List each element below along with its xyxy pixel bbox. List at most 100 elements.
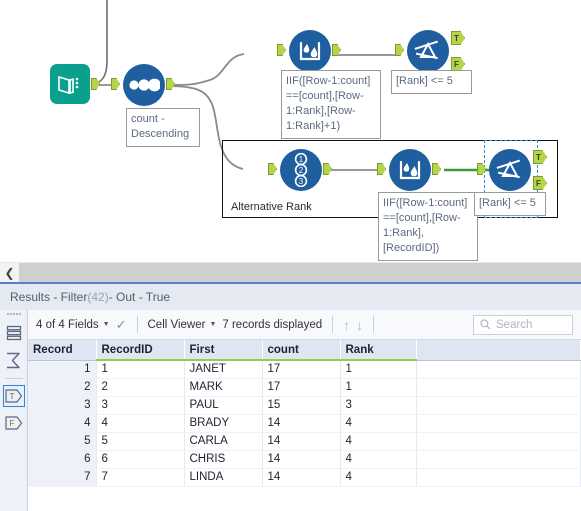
multi-row-formula-tool-2[interactable]: [377, 149, 441, 191]
input-port[interactable]: [277, 44, 286, 56]
results-grid-scroll[interactable]: Record RecordID First count Rank 1 1 JANET…: [28, 340, 581, 511]
table-cell[interactable]: PAUL: [184, 396, 263, 415]
filter-tool-2-selected[interactable]: T F: [477, 149, 547, 191]
output-port[interactable]: [166, 78, 175, 90]
cell-record-number[interactable]: 1: [28, 360, 97, 379]
table-cell[interactable]: 1: [340, 360, 417, 379]
table-row[interactable]: 7 7 LINDA 14 4: [28, 468, 581, 487]
table-cell[interactable]: 6: [96, 450, 185, 469]
chevron-down-icon[interactable]: ▼: [209, 321, 216, 328]
column-header-rank[interactable]: Rank: [340, 340, 417, 361]
search-box[interactable]: Search: [473, 314, 573, 335]
cell-record-number[interactable]: 2: [28, 378, 97, 397]
workflow-canvas[interactable]: count - Descending IIF([Row-1:count] ==[…: [0, 0, 581, 262]
column-header-record[interactable]: Record: [28, 340, 97, 361]
input-port[interactable]: [111, 78, 120, 90]
table-header-row: Record RecordID First count Rank: [28, 340, 581, 361]
results-panel: Results - Filter (42) - Out - True T F 4…: [0, 282, 581, 511]
chevron-left-icon[interactable]: ❮: [0, 263, 20, 283]
table-cell[interactable]: 14: [262, 468, 341, 487]
table-cell[interactable]: 5: [96, 432, 185, 451]
table-cell[interactable]: CARLA: [184, 432, 263, 451]
table-cell[interactable]: 4: [340, 414, 417, 433]
cell-viewer-selector[interactable]: Cell Viewer ▼: [148, 319, 217, 331]
results-sidebar: T F: [0, 310, 28, 511]
table-cell[interactable]: JANET: [184, 360, 263, 379]
table-cell[interactable]: 1: [340, 378, 417, 397]
sort-tool[interactable]: [111, 64, 175, 106]
true-output-port[interactable]: T: [451, 31, 465, 45]
results-toolbar: 4 of 4 Fields ▼ ✓ Cell Viewer ▼ 7 record…: [28, 310, 581, 340]
table-row[interactable]: 6 6 CHRIS 14 4: [28, 450, 581, 469]
table-row[interactable]: 2 2 MARK 17 1: [28, 378, 581, 397]
table-cell[interactable]: 4: [340, 468, 417, 487]
record-id-icon: 1 2 3: [280, 149, 322, 191]
column-header-first[interactable]: First: [184, 340, 263, 361]
svg-text:1: 1: [299, 155, 304, 164]
table-cell[interactable]: 3: [96, 396, 185, 415]
toolbar-divider: [136, 316, 138, 333]
input-data-tool[interactable]: [50, 64, 100, 104]
table-cell[interactable]: 17: [262, 378, 341, 397]
cell-record-number[interactable]: 6: [28, 450, 97, 469]
cell-record-number[interactable]: 3: [28, 396, 97, 415]
table-cell[interactable]: CHRIS: [184, 450, 263, 469]
table-cell-filler: [416, 396, 581, 415]
table-cell-filler: [416, 432, 581, 451]
drag-grip-icon[interactable]: [6, 313, 21, 318]
table-cell[interactable]: 4: [340, 432, 417, 451]
toolbar-divider: [373, 316, 375, 333]
chevron-down-icon[interactable]: ▼: [103, 321, 110, 328]
false-output-port[interactable]: F: [451, 57, 465, 71]
svg-text:3: 3: [299, 177, 304, 186]
sidebar-divider: [4, 378, 23, 379]
table-cell[interactable]: LINDA: [184, 468, 263, 487]
table-row[interactable]: 4 4 BRADY 14 4: [28, 414, 581, 433]
table-cell[interactable]: 4: [340, 450, 417, 469]
output-port[interactable]: [91, 78, 100, 90]
table-row[interactable]: 3 3 PAUL 15 3: [28, 396, 581, 415]
filter-icon: [489, 149, 531, 191]
table-row[interactable]: 5 5 CARLA 14 4: [28, 432, 581, 451]
record-id-tool[interactable]: 1 2 3: [268, 149, 332, 191]
output-true-icon[interactable]: T: [2, 385, 25, 407]
arrow-up-icon[interactable]: ↑: [343, 317, 350, 333]
filter-1-annotation: [Rank] <= 5: [391, 70, 472, 94]
table-cell[interactable]: 4: [96, 414, 185, 433]
table-cell[interactable]: BRADY: [184, 414, 263, 433]
column-header-recordid[interactable]: RecordID: [96, 340, 185, 361]
metadata-sigma-icon[interactable]: [3, 349, 25, 371]
input-port[interactable]: [395, 44, 404, 56]
results-table: Record RecordID First count Rank 1 1 JANET…: [28, 340, 581, 487]
table-cell[interactable]: 2: [96, 378, 185, 397]
table-cell[interactable]: 14: [262, 414, 341, 433]
table-cell[interactable]: 17: [262, 360, 341, 379]
multi-row-formula-tool-1[interactable]: [277, 30, 341, 72]
cell-record-number[interactable]: 4: [28, 414, 97, 433]
table-cell[interactable]: 14: [262, 432, 341, 451]
table-cell-filler: [416, 468, 581, 487]
checkmark-icon[interactable]: ✓: [116, 317, 127, 333]
table-cell[interactable]: MARK: [184, 378, 263, 397]
panel-splitter[interactable]: ❮: [0, 262, 581, 283]
output-false-icon[interactable]: F: [3, 412, 25, 434]
arrow-down-icon[interactable]: ↓: [356, 317, 363, 333]
cell-record-number[interactable]: 5: [28, 432, 97, 451]
results-grid-area: 4 of 4 Fields ▼ ✓ Cell Viewer ▼ 7 record…: [28, 310, 581, 511]
fields-selector[interactable]: 4 of 4 Fields ▼: [36, 319, 110, 331]
table-cell[interactable]: 1: [96, 360, 185, 379]
table-cell[interactable]: 3: [340, 396, 417, 415]
output-port[interactable]: [332, 44, 341, 56]
filter-tool-1[interactable]: T F: [395, 30, 465, 72]
column-header-count[interactable]: count: [262, 340, 341, 361]
table-cell[interactable]: 7: [96, 468, 185, 487]
multi-row-formula-icon: [289, 30, 331, 72]
cell-record-number[interactable]: 7: [28, 468, 97, 487]
table-cell[interactable]: 14: [262, 450, 341, 469]
multi-row-formula-icon: [389, 149, 431, 191]
data-rows-icon[interactable]: [3, 322, 25, 344]
table-cell[interactable]: 15: [262, 396, 341, 415]
fields-label: 4 of 4 Fields: [36, 318, 99, 331]
multi-row-formula-2-annotation: IIF([Row-1:count] ==[count],[Row- 1:Rank…: [378, 192, 478, 261]
table-row[interactable]: 1 1 JANET 17 1: [28, 360, 581, 379]
